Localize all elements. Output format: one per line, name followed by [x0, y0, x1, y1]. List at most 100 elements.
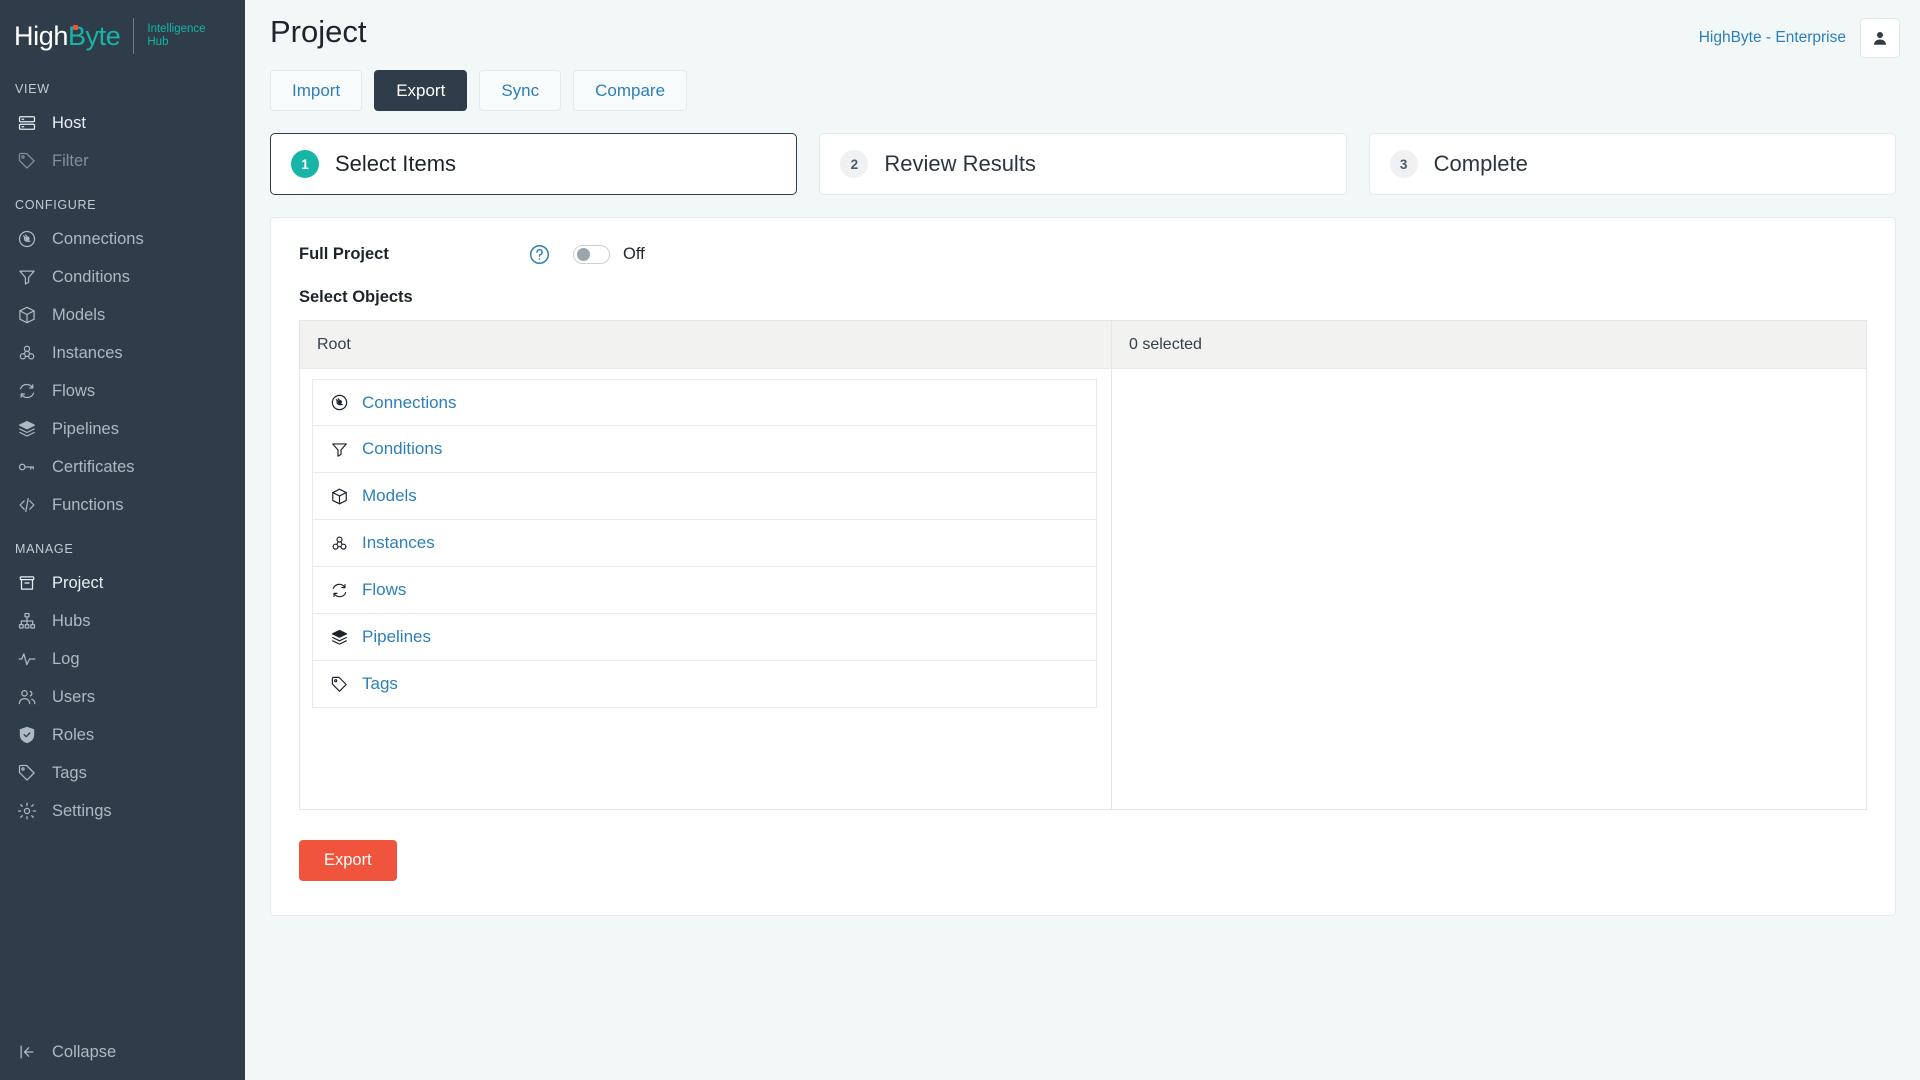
- full-project-row: Full Project Off: [299, 244, 1867, 265]
- sidebar-collapse-label: Collapse: [52, 1042, 117, 1061]
- object-row-pipelines[interactable]: Pipelines: [312, 614, 1097, 661]
- tag-icon: [329, 674, 349, 694]
- brand-logo[interactable]: HighByte Intelligence Hub: [0, 0, 245, 64]
- user-icon: [1874, 32, 1886, 45]
- sidebar: HighByte Intelligence Hub VIEW Host Filter…: [0, 0, 245, 1080]
- tab-export[interactable]: Export: [374, 70, 468, 111]
- sidebar-item-tags[interactable]: Tags: [0, 754, 245, 792]
- sidebar-item-label: Filter: [52, 151, 89, 170]
- object-row-label: Connections: [362, 392, 457, 412]
- brand-logo-text: HighByte: [14, 20, 121, 52]
- brand-dot-icon: [73, 24, 78, 30]
- sidebar-item-models[interactable]: Models: [0, 296, 245, 334]
- sidebar-item-label: Hubs: [52, 611, 91, 630]
- object-row-label: Pipelines: [362, 627, 431, 646]
- sidebar-item-conditions[interactable]: Conditions: [0, 258, 245, 296]
- sidebar-item-label: Pipelines: [52, 419, 119, 438]
- object-row-label: Flows: [362, 580, 407, 599]
- sidebar-item-label: Instances: [52, 343, 123, 362]
- object-row-flows[interactable]: Flows: [312, 567, 1097, 614]
- full-project-toggle-state: Off: [623, 245, 645, 263]
- topbar: Project HighByte - Enterprise: [245, 0, 1920, 58]
- sidebar-item-label: Log: [52, 649, 80, 668]
- cubes-icon: [16, 342, 38, 364]
- selected-count-header: 0 selected: [1112, 321, 1866, 369]
- full-project-toggle[interactable]: [573, 245, 610, 264]
- object-row-label: Models: [362, 486, 417, 505]
- sidebar-item-filter[interactable]: Filter: [0, 142, 245, 180]
- sidebar-item-users[interactable]: Users: [0, 678, 245, 716]
- sidebar-item-label: Flows: [52, 381, 96, 400]
- sidebar-item-flows[interactable]: Flows: [0, 372, 245, 410]
- tab-compare[interactable]: Compare: [573, 70, 688, 111]
- wizard-step-3[interactable]: 3 Complete: [1368, 133, 1896, 195]
- refresh-icon: [329, 580, 349, 600]
- sidebar-item-label: Models: [52, 305, 106, 324]
- sidebar-item-label: Tags: [52, 763, 87, 782]
- sidebar-item-settings[interactable]: Settings: [0, 792, 245, 830]
- full-project-label: Full Project: [299, 245, 389, 263]
- tab-import[interactable]: Import: [270, 70, 363, 111]
- wizard-step-2[interactable]: 2 Review Results: [819, 133, 1347, 195]
- toggle-knob: [577, 248, 590, 261]
- code-icon: [16, 494, 38, 516]
- sidebar-item-label: Roles: [52, 725, 95, 744]
- plug-circle-icon: [16, 228, 38, 250]
- layers-icon: [329, 627, 349, 647]
- sidebar-section-title: MANAGE: [15, 542, 74, 556]
- sidebar-item-functions[interactable]: Functions: [0, 486, 245, 524]
- object-list: Connections Conditions Models Instances Flow…: [300, 369, 1111, 809]
- sidebar-item-label: Host: [52, 113, 86, 132]
- export-panel: Full Project Off Select Objects Root Con…: [270, 217, 1896, 916]
- object-row-conditions[interactable]: Conditions: [312, 426, 1097, 473]
- wizard-step-label: Complete: [1433, 151, 1528, 176]
- gear-icon: [16, 800, 38, 822]
- project-tabs: Import Export Sync Compare: [245, 58, 1920, 111]
- pulse-icon: [16, 648, 38, 670]
- sidebar-item-roles[interactable]: Roles: [0, 716, 245, 754]
- organization-label[interactable]: HighByte - Enterprise: [1699, 29, 1846, 47]
- wizard-step-1[interactable]: 1 Select Items: [270, 133, 798, 195]
- brand-name-part1: High: [14, 20, 68, 51]
- shield-check-icon: [16, 724, 38, 746]
- sidebar-item-pipelines[interactable]: Pipelines: [0, 410, 245, 448]
- object-row-tags[interactable]: Tags: [312, 661, 1097, 708]
- server-icon: [16, 112, 38, 134]
- sidebar-item-instances[interactable]: Instances: [0, 334, 245, 372]
- sidebar-item-connections[interactable]: Connections: [0, 220, 245, 258]
- sidebar-item-label: Certificates: [52, 457, 135, 476]
- funnel-icon: [16, 266, 38, 288]
- logo-divider: [133, 18, 135, 54]
- brand-subtitle: Intelligence Hub: [147, 23, 205, 49]
- wizard-step-number: 3: [1389, 150, 1418, 178]
- object-row-connections[interactable]: Connections: [312, 379, 1097, 426]
- sidebar-collapse-button[interactable]: Collapse: [0, 1024, 245, 1080]
- user-account-button[interactable]: [1860, 18, 1900, 58]
- object-row-label: Conditions: [362, 439, 443, 458]
- archive-icon: [16, 572, 38, 594]
- app-root: HighByte Intelligence Hub VIEW Host Filter…: [0, 0, 1920, 1080]
- tab-sync[interactable]: Sync: [479, 70, 562, 111]
- layers-icon: [16, 418, 38, 440]
- object-row-instances[interactable]: Instances: [312, 520, 1097, 567]
- sidebar-item-certificates[interactable]: Certificates: [0, 448, 245, 486]
- sidebar-item-hubs[interactable]: Hubs: [0, 602, 245, 640]
- wizard-step-label: Select Items: [335, 151, 457, 176]
- sidebar-item-label: Project: [52, 573, 104, 592]
- sidebar-item-log[interactable]: Log: [0, 640, 245, 678]
- object-row-label: Tags: [362, 674, 398, 693]
- export-button[interactable]: Export: [299, 840, 397, 881]
- sidebar-section-title: CONFIGURE: [15, 198, 97, 212]
- object-row-models[interactable]: Models: [312, 473, 1097, 520]
- sidebar-item-host[interactable]: Host: [0, 104, 245, 142]
- sidebar-item-project[interactable]: Project: [0, 564, 245, 602]
- wizard-step-number: 2: [840, 150, 869, 178]
- cubes-icon: [329, 533, 349, 553]
- object-selector: Root Connections Conditions Models Instance…: [299, 320, 1867, 810]
- main-content: Project HighByte - Enterprise Import Expo…: [245, 0, 1920, 1080]
- tag-icon: [16, 762, 38, 784]
- selector-right-pane: 0 selected: [1112, 321, 1866, 809]
- select-objects-label: Select Objects: [299, 288, 413, 306]
- question-circle-icon[interactable]: [529, 244, 550, 265]
- brand-subtitle-line1: Intelligence: [147, 23, 206, 35]
